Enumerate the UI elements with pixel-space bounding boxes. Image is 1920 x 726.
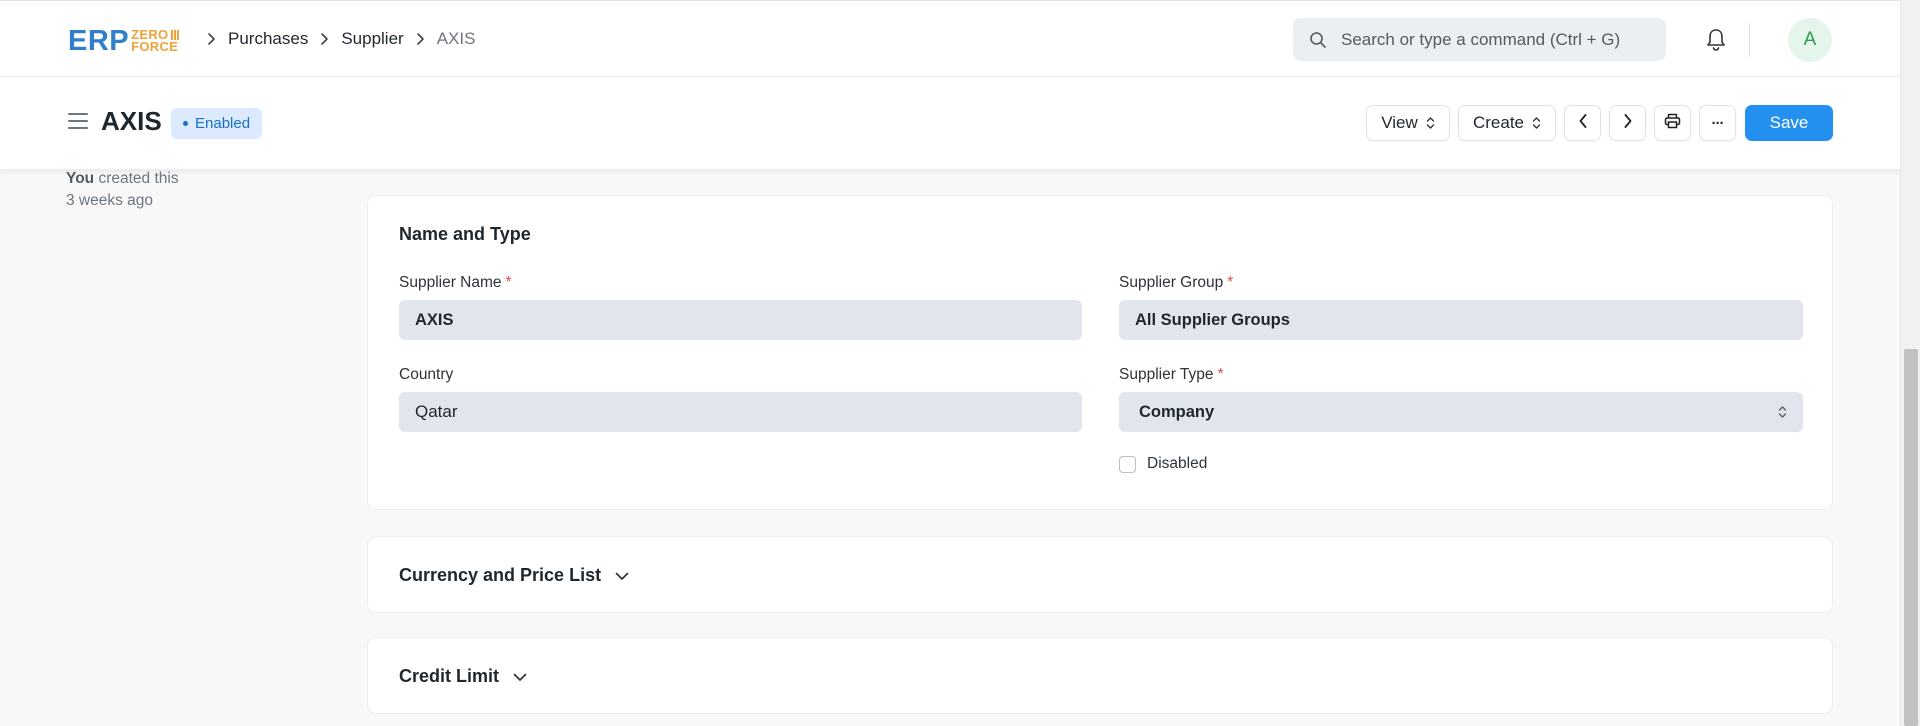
page-title: AXIS — [101, 106, 162, 136]
disabled-checkbox[interactable] — [1119, 456, 1136, 473]
creation-time: 3 weeks ago — [66, 192, 154, 209]
breadcrumb: Purchases Supplier AXIS — [195, 27, 475, 51]
logo-force-text: FORCE — [131, 39, 179, 54]
disabled-checkbox-label: Disabled — [1147, 455, 1208, 472]
breadcrumb-current: AXIS — [436, 29, 476, 48]
creation-line: You created this — [66, 168, 179, 190]
logo-erp-text: ERP — [68, 24, 130, 57]
nav-divider — [1749, 23, 1750, 57]
status-badge: Enabled — [171, 108, 263, 139]
save-button-label: Save — [1769, 113, 1809, 132]
create-button-label: Create — [1472, 113, 1525, 132]
next-record-button[interactable] — [1609, 105, 1646, 141]
creator-name: You — [66, 170, 95, 187]
notification-bell-icon[interactable] — [1705, 28, 1727, 52]
country-label: Country — [399, 366, 454, 383]
chevron-right-icon — [416, 32, 425, 46]
credit-limit-section: Credit Limit — [367, 637, 1833, 714]
chevron-down-icon — [615, 565, 629, 586]
supplier-group-label: Supplier Group * — [1119, 274, 1234, 291]
breadcrumb-supplier[interactable]: Supplier — [341, 29, 403, 49]
print-button[interactable] — [1654, 105, 1691, 141]
currency-section-title: Currency and Price List — [399, 565, 602, 585]
status-dot — [183, 121, 188, 126]
save-button[interactable]: Save — [1745, 105, 1833, 141]
supplier-type-label: Supplier Type * — [1119, 366, 1224, 383]
erpzeroforce-logo[interactable]: ERP ZERO FORCE — [68, 24, 180, 57]
currency-section-toggle[interactable]: Currency and Price List — [399, 565, 629, 586]
page-scrollbar[interactable] — [1900, 0, 1920, 726]
supplier-name-field[interactable]: AXIS — [399, 300, 1082, 340]
creation-action: created this — [98, 170, 179, 187]
more-horizontal-icon: ··· — [1711, 114, 1725, 132]
updown-chevron-icon — [1426, 116, 1435, 130]
chevron-right-icon — [1623, 113, 1633, 134]
search-icon — [1309, 31, 1327, 49]
supplier-name-label: Supplier Name * — [399, 274, 512, 291]
section-title: Name and Type — [399, 224, 531, 244]
user-avatar[interactable]: A — [1788, 18, 1832, 62]
chevron-right-icon — [320, 32, 329, 46]
credit-section-title: Credit Limit — [399, 666, 500, 686]
status-badge-label: Enabled — [195, 115, 251, 132]
breadcrumb-purchases[interactable]: Purchases — [228, 29, 308, 49]
top-navbar: ERP ZERO FORCE Purchases Supplier AXIS S… — [0, 0, 1900, 77]
supplier-group-field[interactable]: All Supplier Groups — [1119, 300, 1803, 340]
country-field[interactable]: Qatar — [399, 392, 1082, 432]
logo-side: ZERO FORCE — [131, 28, 180, 54]
chevron-down-icon — [513, 666, 527, 687]
scrollbar-thumb[interactable] — [1904, 349, 1918, 726]
create-menu-button[interactable]: Create — [1458, 105, 1556, 141]
credit-section-toggle[interactable]: Credit Limit — [399, 666, 527, 687]
awesomebar-search[interactable] — [1293, 18, 1666, 61]
search-input[interactable] — [1339, 28, 1639, 51]
chevron-right-icon — [207, 32, 216, 46]
printer-icon — [1664, 113, 1681, 134]
previous-record-button[interactable] — [1564, 105, 1601, 141]
updown-chevron-icon — [1778, 404, 1787, 420]
chevron-left-icon — [1578, 113, 1588, 134]
supplier-type-value: Company — [1139, 402, 1215, 421]
more-actions-button[interactable]: ··· — [1699, 105, 1736, 141]
view-menu-button[interactable]: View — [1366, 105, 1450, 141]
sidebar-toggle-icon[interactable] — [68, 113, 88, 131]
view-button-label: View — [1381, 113, 1418, 132]
currency-and-price-list-section: Currency and Price List — [367, 536, 1833, 613]
name-and-type-section: Name and Type Supplier Name * AXIS Suppli… — [367, 195, 1833, 510]
supplier-type-select[interactable]: Company — [1119, 392, 1803, 432]
creation-info: You created this 3 weeks ago — [66, 168, 179, 212]
updown-chevron-icon — [1532, 116, 1541, 130]
